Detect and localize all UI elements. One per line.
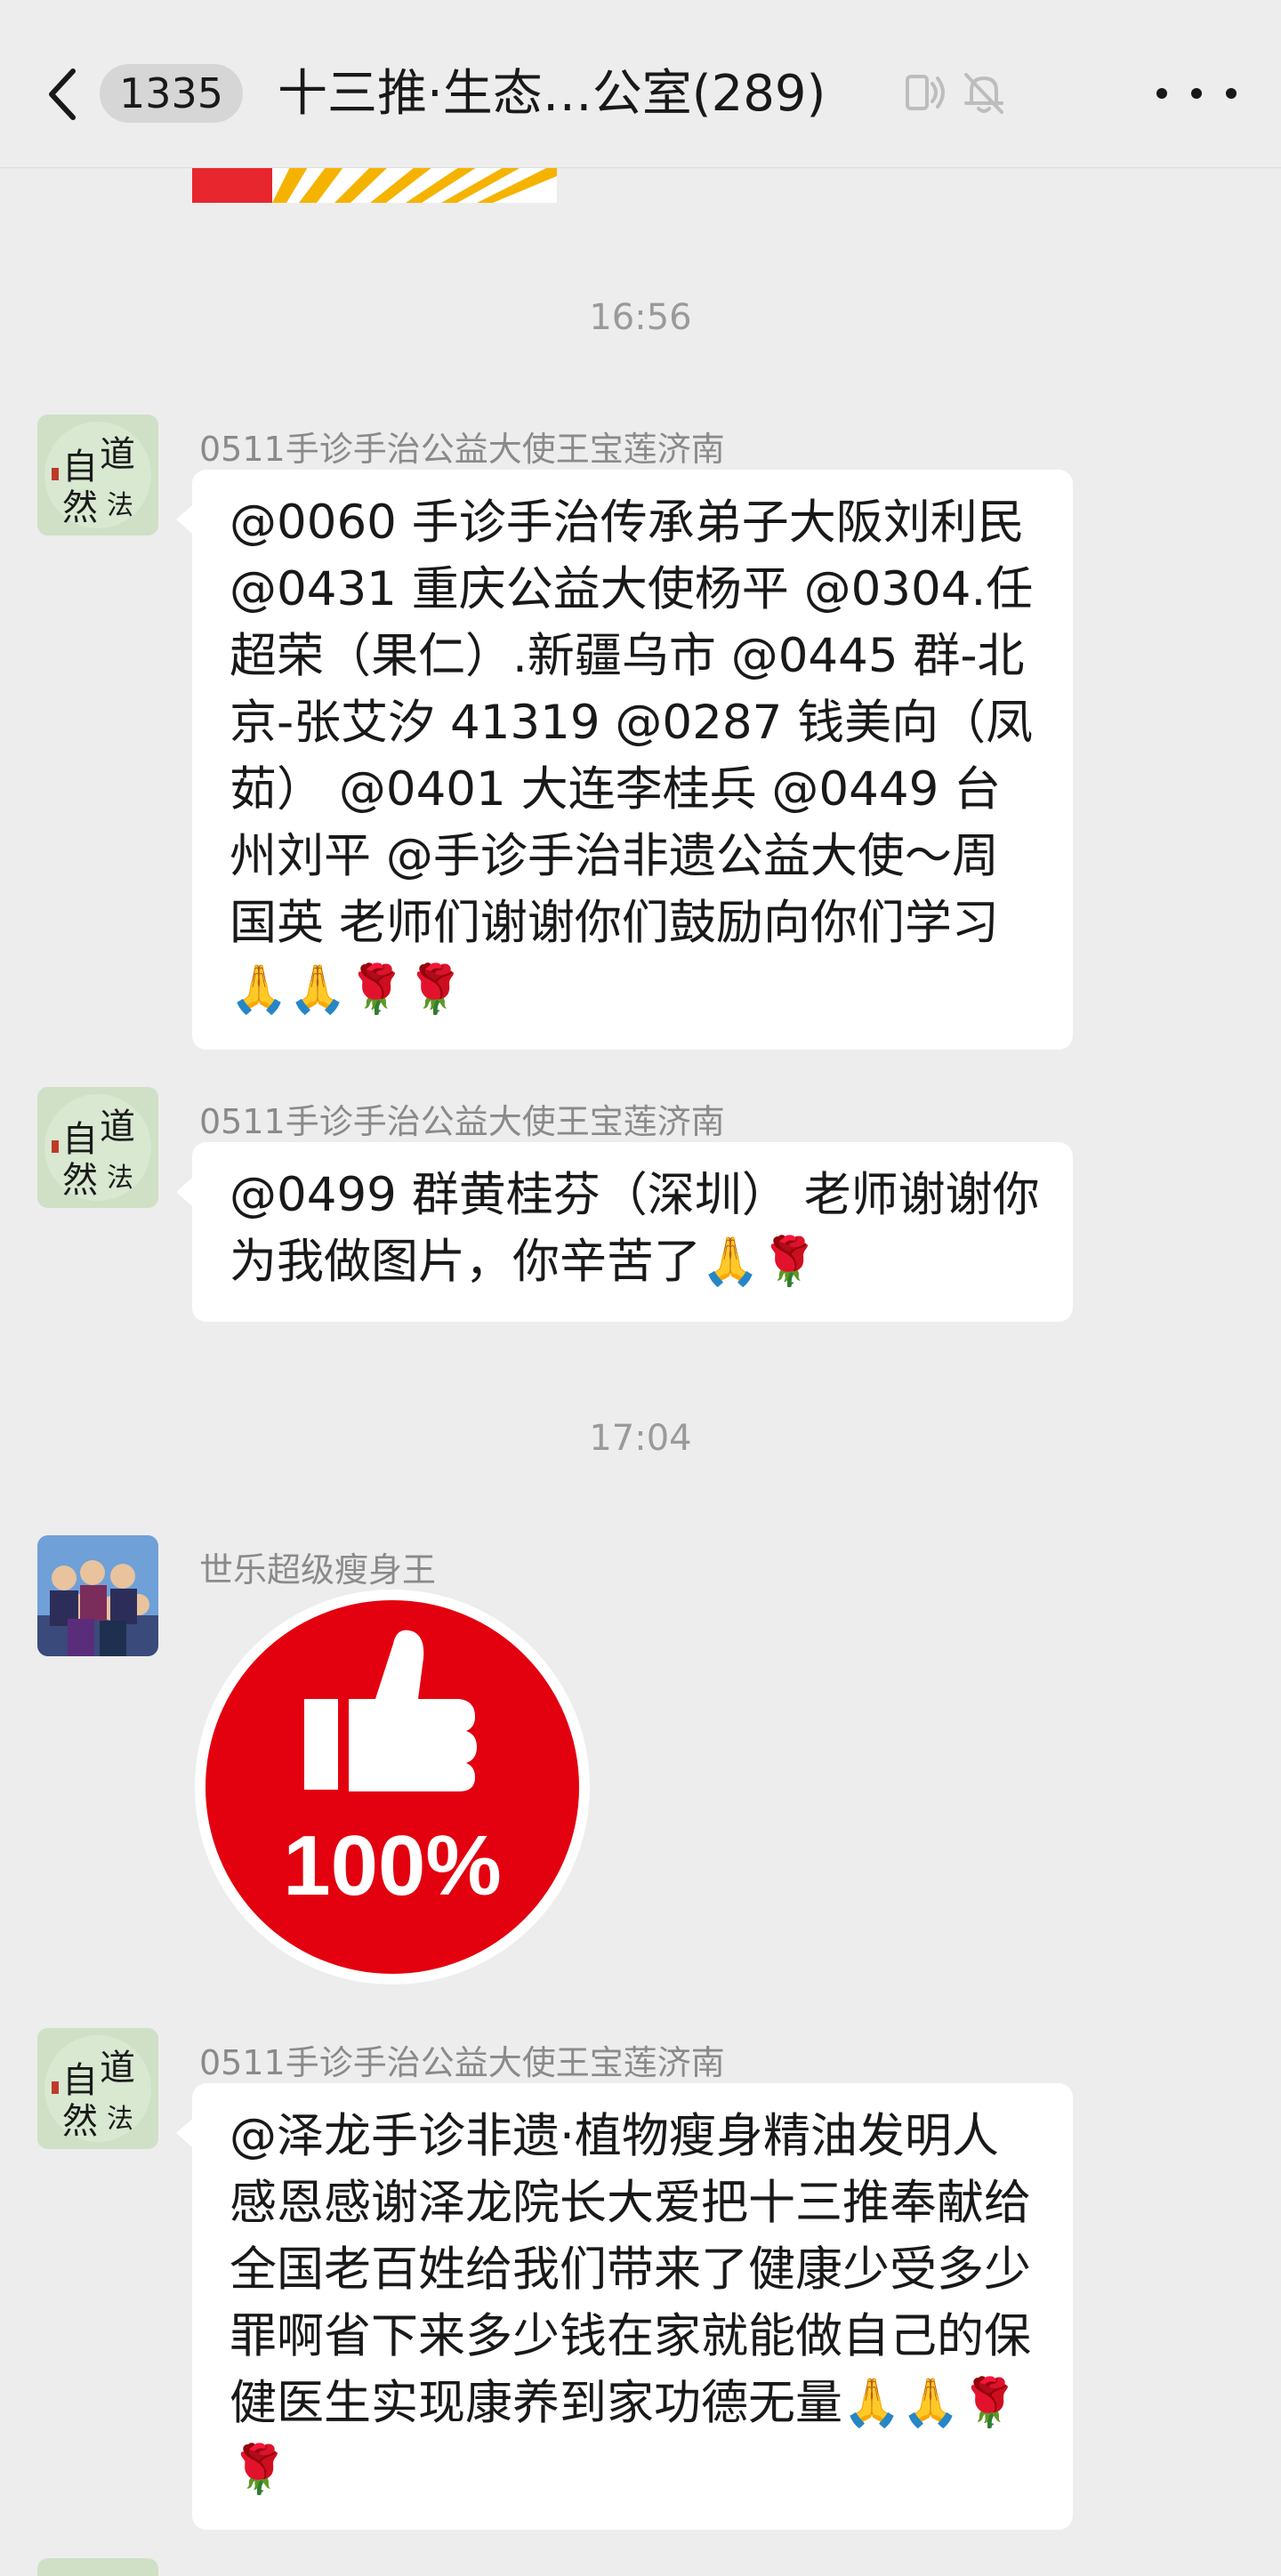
- sender-avatar[interactable]: 道 法 自 然: [37, 1087, 158, 1208]
- svg-text:道: 道: [100, 2048, 135, 2089]
- sender-name: 世乐超级瘦身王: [199, 1550, 437, 1590]
- svg-text:然: 然: [62, 1160, 98, 1201]
- message-bubble[interactable]: @0060 手诊手治传承弟子大阪刘利民 @0431 重庆公益大使杨平 @0304…: [176, 470, 1073, 1050]
- calligraphy-avatar-icon: 道 法 自 然: [37, 415, 158, 535]
- svg-text:自: 自: [62, 2060, 98, 2101]
- message-timestamp: 16:56: [589, 297, 692, 338]
- message-text: @0060 手诊手治传承弟子大阪刘利民 @0431 重庆公益大使杨平 @0304…: [230, 495, 1034, 1017]
- sender-name: 0511手诊手治公益大使王宝莲济南: [199, 1102, 725, 1141]
- sticker-label: 100%: [283, 1818, 502, 1913]
- calligraphy-avatar-icon: 道 法 自 然: [37, 2028, 158, 2149]
- more-dots-icon: [1156, 88, 1167, 99]
- svg-text:自: 自: [62, 447, 98, 487]
- svg-text:法: 法: [107, 1163, 133, 1194]
- message-bubble[interactable]: @泽龙手诊非遗·植物瘦身精油发明人 感恩感谢泽龙院长大爱把十三推奉献给全国老百姓…: [176, 2083, 1073, 2530]
- svg-text:道: 道: [100, 434, 135, 475]
- message-bubble[interactable]: @0499 群黄桂芬（深圳） 老师谢谢你为我做图片，你辛苦了🙏🌹: [176, 1142, 1073, 1322]
- next-message-avatar-peek: [37, 2558, 158, 2576]
- message-timestamp: 17:04: [589, 1418, 692, 1459]
- svg-text:法: 法: [107, 2104, 133, 2135]
- sender-avatar[interactable]: 道 法 自 然: [37, 2028, 158, 2149]
- chat-title: 十三推·生态…公室(289): [278, 65, 826, 123]
- previous-image-message[interactable]: [192, 167, 557, 203]
- thumbs-up-sticker[interactable]: 100%: [192, 1587, 592, 1987]
- image-fragment: [192, 167, 557, 203]
- sender-avatar[interactable]: 道 法 自 然: [37, 415, 158, 535]
- svg-text:然: 然: [62, 2101, 98, 2142]
- svg-text:法: 法: [107, 490, 133, 521]
- message-text: @泽龙手诊非遗·植物瘦身精油发明人 感恩感谢泽龙院长大爱把十三推奉献给全国老百姓…: [230, 2109, 1031, 2497]
- unread-count-badge[interactable]: 1335: [100, 64, 244, 123]
- svg-text:然: 然: [62, 487, 98, 528]
- sender-name: 0511手诊手治公益大使王宝莲济南: [199, 2043, 725, 2082]
- svg-text:自: 自: [62, 1119, 98, 1160]
- message-text: @0499 群黄桂芬（深圳） 老师谢谢你为我做图片，你辛苦了🙏🌹: [230, 1168, 1040, 1289]
- sender-name: 0511手诊手治公益大使王宝莲济南: [199, 430, 725, 469]
- chat-header: 1335 十三推·生态…公室(289): [0, 0, 1281, 168]
- svg-text:道: 道: [100, 1107, 135, 1147]
- back-button[interactable]: [36, 59, 89, 130]
- calligraphy-avatar-icon: 道 法 自 然: [37, 1087, 158, 1208]
- chevron-left-icon: [49, 68, 76, 120]
- more-options-button[interactable]: [1156, 71, 1237, 116]
- group-photo-avatar-icon: [37, 1535, 158, 1656]
- sender-avatar[interactable]: [37, 1535, 158, 1656]
- bell-muted-icon: [964, 73, 1003, 114]
- voice-input-icon: [906, 75, 945, 110]
